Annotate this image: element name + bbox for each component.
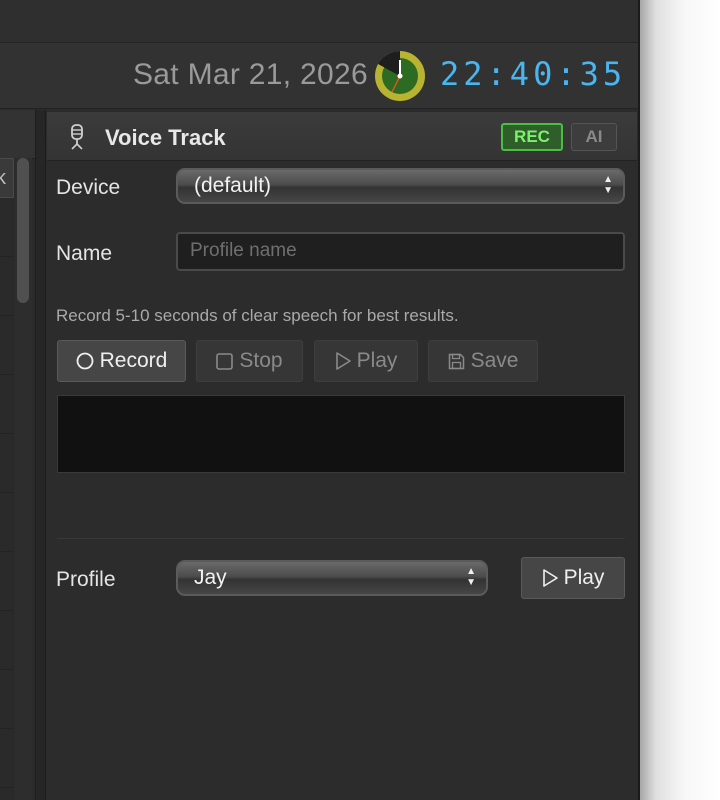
title-bar xyxy=(0,0,638,43)
voice-track-header: Voice Track REC AI xyxy=(47,112,637,161)
select-arrows-icon: ▲ ▼ xyxy=(603,174,613,196)
left-column-header[interactable]: k xyxy=(0,158,14,198)
save-icon xyxy=(448,353,464,370)
ai-badge[interactable]: AI xyxy=(571,123,617,151)
list-item[interactable] xyxy=(0,434,14,493)
record-button-label: Record xyxy=(99,349,168,372)
stop-button[interactable]: Stop xyxy=(196,340,303,382)
waveform-display xyxy=(57,395,625,473)
play-recording-button[interactable]: Play xyxy=(314,340,418,382)
app-window: Sat Mar 21, 2026 22:40:35 k xyxy=(0,0,640,800)
list-item[interactable] xyxy=(0,493,14,552)
window-shadow xyxy=(640,0,720,800)
list-item[interactable] xyxy=(0,729,14,788)
section-divider xyxy=(57,538,625,539)
profile-name-input[interactable]: Profile name xyxy=(176,232,625,271)
list-item[interactable] xyxy=(0,552,14,611)
microphone-icon xyxy=(71,124,83,150)
rec-badge[interactable]: REC xyxy=(501,123,563,151)
save-button-label: Save xyxy=(470,349,519,372)
save-button[interactable]: Save xyxy=(428,340,538,382)
stop-button-label: Stop xyxy=(239,349,283,372)
clock-time: 22:40:35 xyxy=(440,55,627,93)
play-icon xyxy=(335,352,351,371)
panel-title: Voice Track xyxy=(105,125,226,150)
play-profile-label: Play xyxy=(563,566,605,589)
panel-splitter[interactable] xyxy=(36,110,46,800)
list-item[interactable] xyxy=(0,611,14,670)
list-item[interactable] xyxy=(0,375,14,434)
profile-name-placeholder: Profile name xyxy=(190,240,297,261)
scrollbar-thumb[interactable] xyxy=(17,158,29,303)
profile-label: Profile xyxy=(56,568,116,591)
record-icon xyxy=(76,353,94,370)
left-scrollbar[interactable] xyxy=(15,158,32,800)
record-button[interactable]: Record xyxy=(57,340,186,382)
left-column-header-text: k xyxy=(0,167,6,190)
clock-icon xyxy=(375,50,425,101)
list-item[interactable] xyxy=(0,670,14,729)
play-icon xyxy=(542,569,558,588)
list-item[interactable] xyxy=(0,316,14,375)
stop-icon xyxy=(216,353,234,370)
play-profile-button[interactable]: Play xyxy=(521,557,625,599)
name-label: Name xyxy=(56,242,113,265)
left-panel-header xyxy=(0,110,35,159)
device-select-value: (default) xyxy=(194,174,272,197)
recording-hint: Record 5-10 seconds of clear speech for … xyxy=(56,306,459,325)
voice-track-panel: Voice Track REC AI Device (default) ▲ ▼ N… xyxy=(47,112,637,800)
device-select[interactable]: (default) ▲ ▼ xyxy=(176,168,625,204)
list-item[interactable] xyxy=(0,198,14,257)
play-recording-label: Play xyxy=(356,349,398,372)
profile-select[interactable]: Jay ▲ ▼ xyxy=(176,560,488,596)
current-date: Sat Mar 21, 2026 xyxy=(133,58,368,91)
left-panel: k xyxy=(0,110,36,800)
profile-select-value: Jay xyxy=(194,566,227,589)
list-item[interactable] xyxy=(0,257,14,316)
device-label: Device xyxy=(56,176,121,199)
select-arrows-icon: ▲ ▼ xyxy=(466,566,476,588)
left-list xyxy=(0,198,14,798)
